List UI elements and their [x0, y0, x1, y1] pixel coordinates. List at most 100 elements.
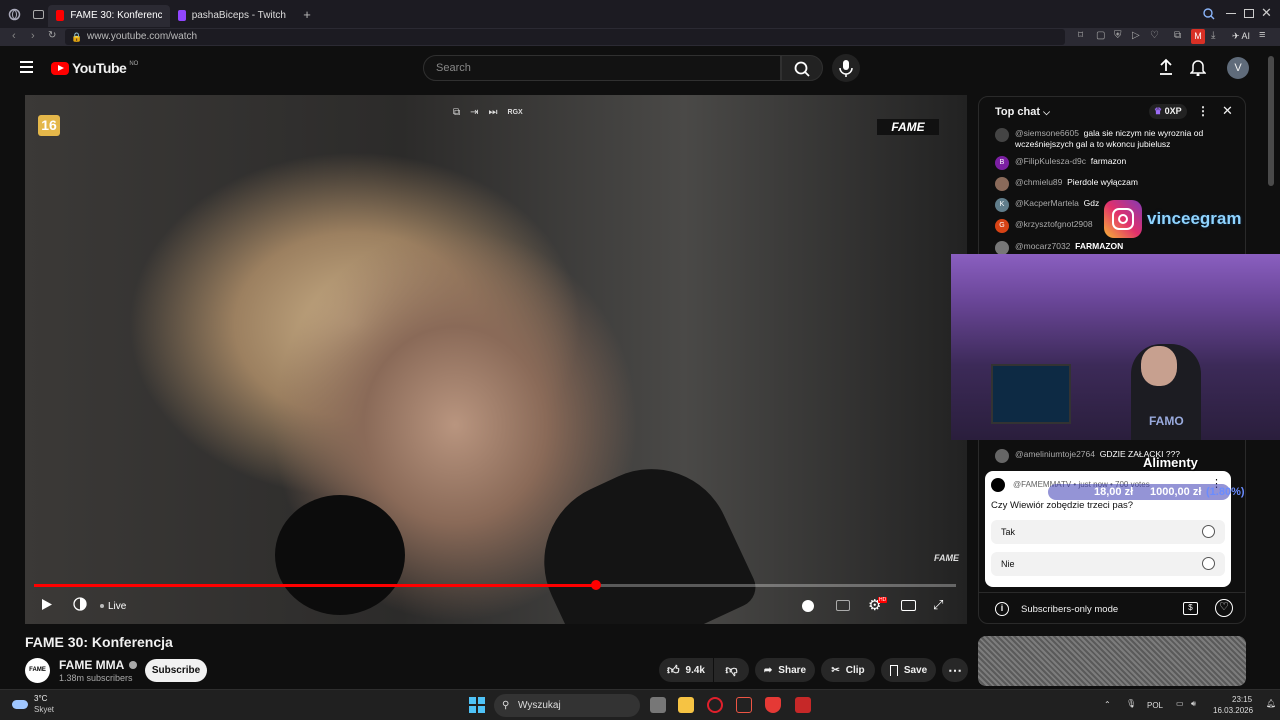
points-badge[interactable]: ♛ 0XP	[1149, 104, 1187, 119]
url-field[interactable]: 🔒 www.youtube.com/watch	[65, 29, 1065, 45]
subscriber-count: 1.38m subscribers	[59, 673, 133, 683]
clock-time[interactable]: 23:15	[1232, 695, 1252, 704]
chat-author[interactable]: @ameliniumtoje2764	[1015, 449, 1095, 459]
video-player[interactable]: 16 FAME FAME ⧉ ⇥ ⏭ RGX Live ⚙ HD ⤢	[25, 95, 967, 624]
browser-menu-icon[interactable]	[0, 0, 28, 28]
chat-avatar: B	[995, 156, 1009, 170]
url-text: www.youtube.com/watch	[87, 31, 198, 42]
poll-option-nie[interactable]: Nie	[991, 552, 1225, 576]
miniplayer-icon[interactable]: ⧉	[453, 107, 460, 119]
more-actions-button[interactable]: ⋯	[942, 658, 968, 682]
heart-reaction-icon[interactable]: ♡	[1215, 599, 1233, 617]
streamer-webcam: FAMO	[951, 254, 1280, 440]
chat-author[interactable]: @KacperMartela	[1015, 198, 1079, 208]
taskbar-search[interactable]: ⚲ Wyszukaj	[494, 694, 640, 717]
page-scrollbar[interactable]	[1268, 56, 1274, 186]
new-tab-button[interactable]: +	[297, 7, 317, 22]
chat-author[interactable]: @FilipKulesza-d9c	[1015, 156, 1086, 166]
back-icon[interactable]: ‹	[12, 30, 16, 42]
tab-twitch[interactable]: pashaBiceps - Twitch	[170, 5, 294, 27]
tab-youtube[interactable]: FAME 30: Konferencja - Yo	[48, 4, 170, 27]
like-button[interactable]: 👍︎ 9.4k	[659, 658, 713, 682]
language-indicator[interactable]: POL	[1147, 701, 1163, 710]
clock-date[interactable]: 16.03.2026	[1213, 706, 1253, 715]
window-maximize-button[interactable]	[1244, 9, 1254, 18]
ai-button[interactable]: ✈ AI	[1232, 31, 1250, 42]
clip-button[interactable]: ✂ Clip	[821, 658, 875, 682]
radio-button[interactable]	[1202, 557, 1215, 570]
account-avatar[interactable]: V	[1227, 57, 1249, 79]
heart-ext-icon[interactable]: ♡	[1150, 30, 1159, 41]
opera-icon[interactable]	[707, 697, 723, 713]
progress-bar[interactable]	[34, 580, 956, 590]
poll-option-tak[interactable]: Tak	[991, 520, 1225, 544]
search-button[interactable]	[781, 55, 823, 81]
super-chat-icon[interactable]: $	[1183, 602, 1198, 615]
recommended-video-thumbnail[interactable]	[978, 636, 1246, 686]
browser-menu-icon-right[interactable]: ≡	[1259, 29, 1265, 41]
play-ext-icon[interactable]: ▷	[1132, 30, 1140, 41]
radio-button[interactable]	[1202, 525, 1215, 538]
snapshot-icon[interactable]: ▢	[1096, 30, 1105, 41]
tray-mic-icon[interactable]: 🎙︎	[1126, 699, 1136, 708]
chat-author[interactable]: @krzysztofgnot2908	[1015, 219, 1093, 229]
verified-icon	[129, 661, 138, 669]
chat-more-icon[interactable]: ⋮	[1197, 104, 1209, 118]
browser-search-icon[interactable]	[1203, 7, 1215, 25]
rgx-label[interactable]: RGX	[508, 107, 523, 119]
forward-icon[interactable]: ›	[31, 30, 35, 42]
extensions-icon[interactable]: ⧉	[1174, 30, 1181, 41]
search-input[interactable]: Search	[423, 55, 781, 81]
channel-avatar[interactable]: FAME	[25, 658, 50, 683]
voice-search-button[interactable]	[832, 54, 860, 82]
save-button[interactable]: Save	[881, 658, 936, 682]
reload-icon[interactable]: ↻	[48, 30, 56, 41]
channel-name[interactable]: FAME MMA	[59, 658, 138, 672]
chat-author[interactable]: @siemsone6605	[1015, 128, 1079, 138]
hamburger-menu-icon[interactable]	[20, 61, 33, 73]
webcam-face	[1141, 346, 1177, 386]
notifications-icon[interactable]: 🔔︎	[1266, 699, 1276, 708]
volume-button[interactable]	[73, 597, 87, 614]
subscribe-button[interactable]: Subscribe	[145, 659, 207, 682]
share-button[interactable]: ➦ Share	[755, 658, 815, 682]
window-minimize-button[interactable]	[1226, 13, 1236, 14]
fullscreen-icon[interactable]: ⤢	[933, 597, 943, 613]
chat-author[interactable]: @chmielu89	[1015, 177, 1062, 187]
notifications-bell-icon[interactable]	[1189, 58, 1207, 81]
channel-name-text: FAME MMA	[59, 658, 124, 672]
chat-author[interactable]: @mocarz7032	[1015, 241, 1070, 251]
chat-mode-dropdown[interactable]: Top chat ⌵	[995, 106, 1050, 118]
volume-tray-icon[interactable]: 🔊︎	[1191, 699, 1196, 709]
create-upload-icon[interactable]	[1158, 58, 1174, 81]
terminal-app-icon[interactable]	[736, 697, 752, 713]
gmail-ext-icon[interactable]: M	[1191, 29, 1205, 44]
task-view-icon[interactable]	[650, 697, 666, 713]
network-icon[interactable]: ▭	[1176, 699, 1184, 708]
chat-message: B @FilipKulesza-d9c farmazon	[995, 156, 1231, 170]
vpn-shield-icon[interactable]	[765, 697, 781, 713]
shield-icon[interactable]: ⛨	[1114, 30, 1122, 41]
chat-close-icon[interactable]: ✕	[1222, 103, 1233, 119]
window-close-button[interactable]: ✕	[1261, 5, 1272, 21]
download-icon[interactable]: ⤓	[1211, 30, 1215, 41]
tray-chevron-icon[interactable]: ⌃	[1104, 700, 1111, 709]
app-news-icon[interactable]	[795, 697, 811, 713]
workspaces-icon[interactable]	[28, 0, 48, 28]
file-explorer-icon[interactable]	[678, 697, 694, 713]
play-button[interactable]	[41, 598, 53, 614]
share-label: Share	[778, 664, 807, 676]
dislike-button[interactable]: 👎︎	[714, 658, 749, 682]
pause-autoplay-icon[interactable]	[802, 600, 814, 612]
youtube-logo[interactable]: YouTube NO	[51, 60, 138, 76]
clip-label: Clip	[845, 664, 865, 676]
region-code: NO	[129, 61, 139, 67]
subtitles-icon[interactable]	[836, 600, 850, 611]
skip-icon[interactable]: ⏭	[489, 107, 498, 119]
bookmark-icon[interactable]: ⌑	[1078, 30, 1083, 41]
theater-mode-icon[interactable]	[901, 600, 916, 611]
exit-icon[interactable]: ⇥	[470, 107, 478, 119]
live-button[interactable]: Live	[100, 597, 126, 615]
info-icon[interactable]: i	[995, 602, 1009, 616]
start-button[interactable]	[469, 697, 485, 713]
